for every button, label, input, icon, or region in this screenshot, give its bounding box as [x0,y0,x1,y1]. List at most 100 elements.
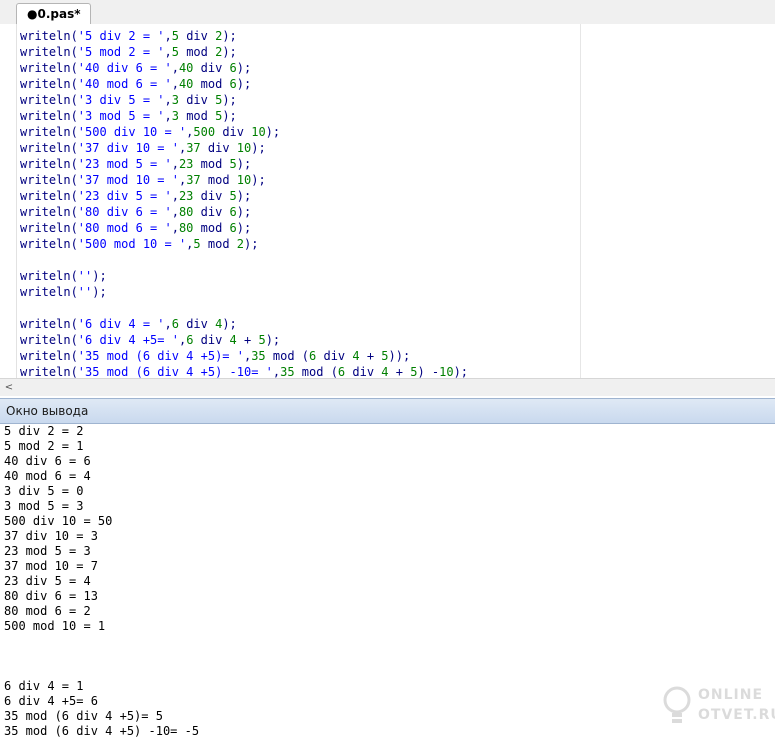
code-line: writeln('5 mod 2 = ',5 mod 2); [20,44,468,60]
code-token: 5 [193,237,201,251]
output-line: 40 div 6 = 6 [4,454,91,468]
code-token: mod [178,45,216,59]
tab-bar: ●0.pas* [0,0,775,25]
code-token: writeln( [20,317,78,331]
code-line: writeln('23 mod 5 = ',23 mod 5); [20,156,468,172]
code-token: writeln( [20,365,78,378]
code-token: div [193,189,230,203]
code-token: 35 [251,349,266,363]
code-line: writeln('40 div 6 = ',40 div 6); [20,60,468,76]
code-token: '37 div 10 = ' [77,141,179,155]
watermark-line2: OTVET.RU [698,707,775,723]
code-token: ); [265,125,281,139]
code-token: '6 div 4 +5= ' [77,333,179,347]
code-token: div [178,29,216,43]
code-token: '' [77,285,93,299]
code-token: writeln( [20,61,78,75]
output-line: 23 mod 5 = 3 [4,544,91,558]
code-token: ); [236,61,252,75]
code-editor[interactable]: writeln('5 div 2 = ',5 div 2); writeln('5… [0,24,775,378]
output-line: 5 div 2 = 2 [4,424,84,438]
code-token: ); [453,365,469,378]
code-token: 6 [229,61,237,75]
code-token: div [193,333,230,347]
code-token: writeln( [20,349,78,363]
output-line: 6 div 4 +5= 6 [4,694,98,708]
code-token: writeln( [20,141,78,155]
code-token: '' [77,269,93,283]
output-line: 35 mod (6 div 4 +5)= 5 [4,709,163,723]
code-line: writeln('3 div 5 = ',3 div 5); [20,92,468,108]
lightbulb-icon [663,686,691,723]
code-token: '40 div 6 = ' [77,61,172,75]
code-token: 5 [258,333,266,347]
code-token: writeln( [20,269,78,283]
code-token: 5 [171,45,179,59]
output-line: 3 mod 5 = 3 [4,499,84,513]
code-token: 3 [171,109,179,123]
code-token: '80 div 6 = ' [77,205,172,219]
code-token: ); [244,237,259,251]
code-token: div [178,317,216,331]
output-line: 6 div 4 = 1 [4,679,84,693]
code-token: ); [236,205,252,219]
code-token: ); [92,285,107,299]
code-token: 80 [178,221,194,235]
output-lines: 5 div 2 = 25 mod 2 = 1 40 div 6 = 6 40 mod… [4,424,199,737]
code-token: '500 div 10 = ' [77,125,187,139]
code-token: , [164,45,172,59]
code-token: ( [301,349,310,363]
code-token: '3 div 5 = ' [77,93,165,107]
code-token: writeln( [20,237,78,251]
code-token: '6 div 4 = ' [77,317,165,331]
code-token: , [171,189,179,203]
right-margin-line [580,24,581,378]
code-token: 500 [193,125,216,139]
code-token: + [236,333,259,347]
code-token: div [178,93,216,107]
code-token: 80 [178,205,194,219]
code-token: writeln( [20,45,78,59]
code-line: writeln('23 div 5 = ',23 div 5); [20,188,468,204]
code-token: '35 mod (6 div 4 +5) -10= ' [77,365,273,378]
code-line: writeln('37 mod 10 = ',37 mod 10); [20,172,468,188]
code-token: 6 [171,317,179,331]
code-line: writeln('80 mod 6 = ',80 mod 6); [20,220,468,236]
code-token: ); [222,29,237,43]
code-token: ); [251,141,266,155]
code-token: mod [193,77,230,91]
code-line: writeln(''); [20,268,468,284]
code-line: writeln('5 div 2 = ',5 div 2); [20,28,468,44]
code-token: ); [236,189,252,203]
code-token: 10 [439,365,454,378]
code-token: , [171,221,179,235]
code-token: 37 [186,173,201,187]
horizontal-scrollbar[interactable]: < [0,378,775,396]
code-token: '23 mod 5 = ' [77,157,172,171]
code-token: '500 mod 10 = ' [77,237,187,251]
code-token: 5 [381,349,389,363]
output-line: 37 mod 10 = 7 [4,559,98,573]
code-token: )); [388,349,411,363]
code-token: ); [265,333,281,347]
code-token: 4 [229,333,237,347]
scroll-left-arrow-icon[interactable]: < [2,379,16,396]
code-token: div [316,349,353,363]
code-token: 37 [186,141,201,155]
code-token: div [193,205,230,219]
code-token: writeln( [20,29,78,43]
output-window[interactable]: 5 div 2 = 25 mod 2 = 1 40 div 6 = 6 40 mod… [0,424,775,737]
code-token: 23 [178,189,194,203]
code-token: , [171,77,179,91]
tab-file[interactable]: ●0.pas* [16,3,92,24]
code-token: div [193,61,230,75]
code-token: ); [236,157,252,171]
code-token: ); [222,45,237,59]
code-token: 4 [381,365,389,378]
code-token: ( [330,365,338,378]
code-line: writeln('35 mod (6 div 4 +5) -10= ',35 m… [20,364,468,378]
code-token: 40 [178,77,194,91]
code-token: mod [178,109,216,123]
